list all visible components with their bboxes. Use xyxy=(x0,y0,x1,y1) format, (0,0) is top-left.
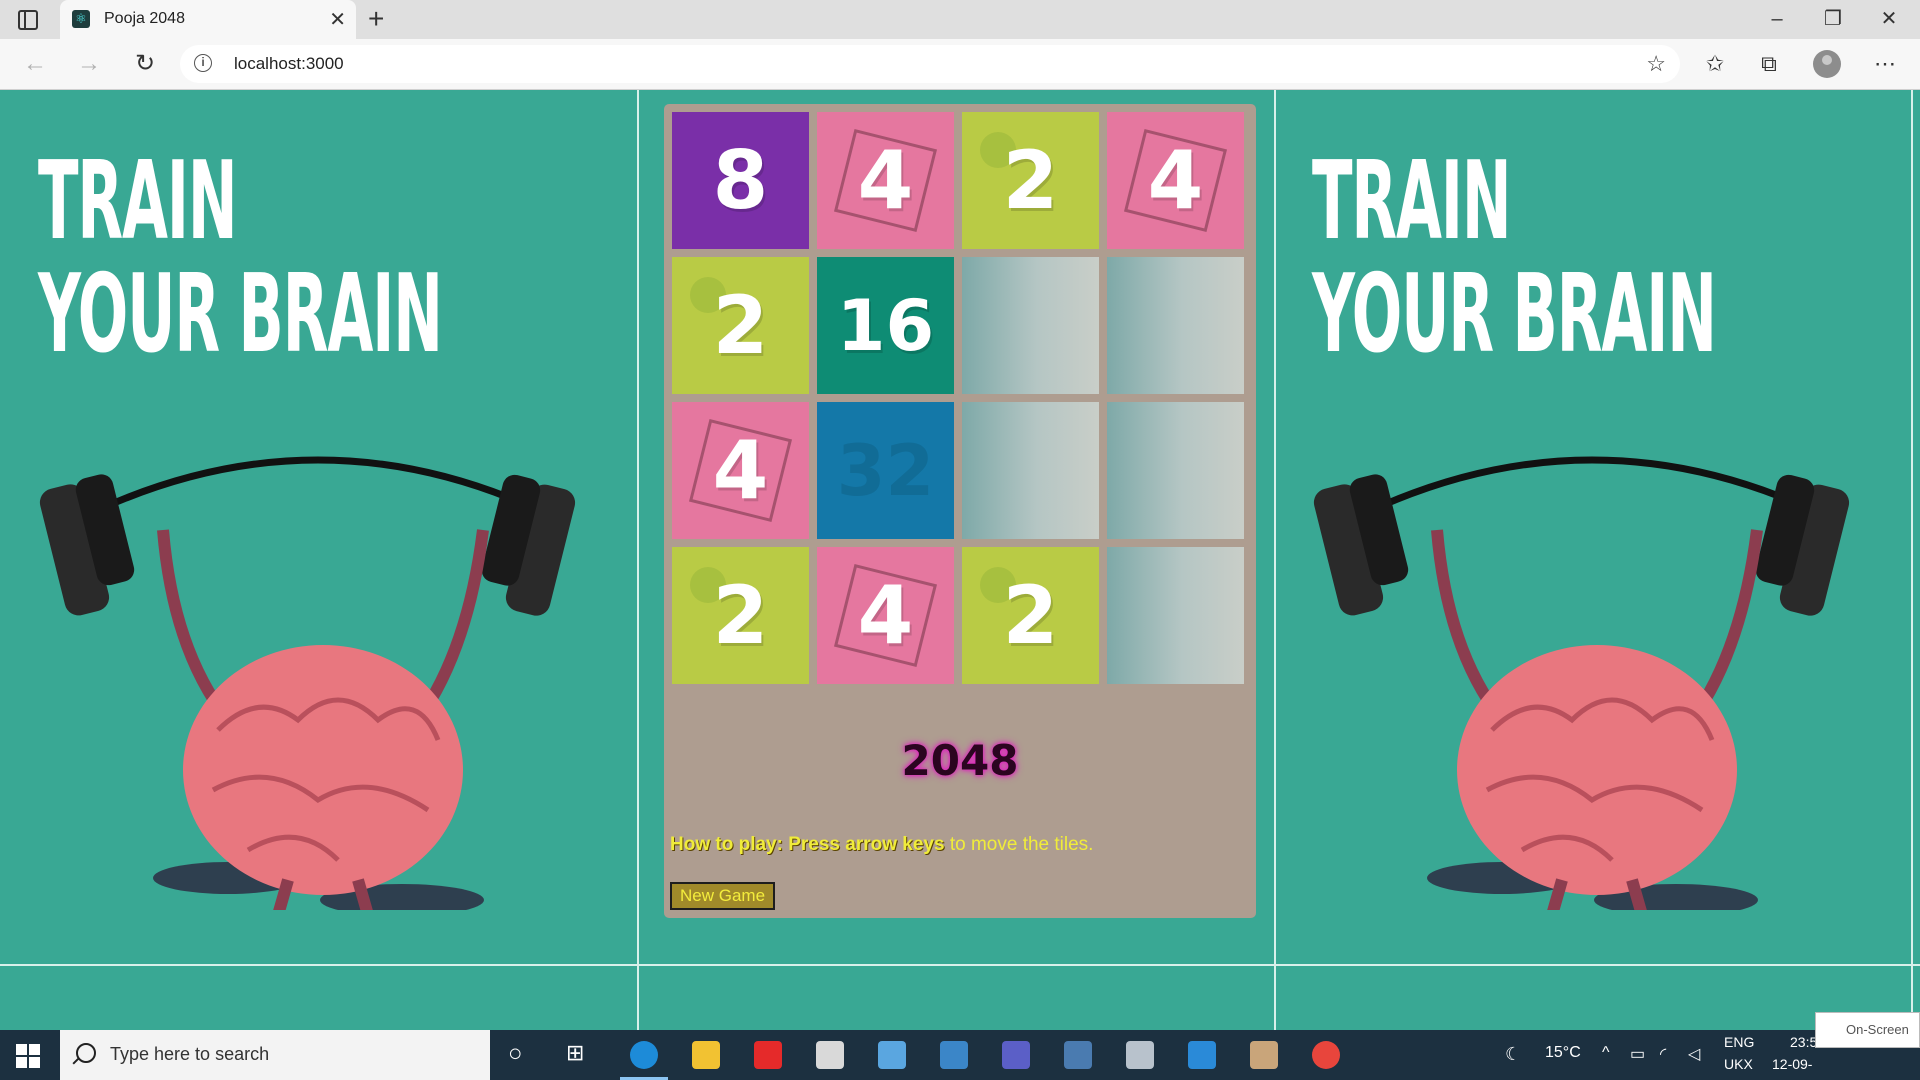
volume-icon[interactable]: ◁ xyxy=(1688,1044,1700,1064)
file-explorer-icon[interactable] xyxy=(692,1041,720,1069)
navigation-bar: ← → ↻ i localhost:3000 ☆ ✩ ⧉ ⋯ xyxy=(0,39,1920,90)
new-game-button[interactable]: New Game xyxy=(670,882,776,910)
app-icon[interactable] xyxy=(940,1041,968,1069)
task-view-icon[interactable]: ⊞ xyxy=(566,1040,584,1066)
tile-32: 32 xyxy=(817,402,954,539)
remote-desktop-icon[interactable] xyxy=(1064,1041,1092,1069)
tile-empty xyxy=(1107,257,1244,394)
tile-value: 4 xyxy=(857,134,914,227)
refresh-button[interactable]: ↻ xyxy=(128,48,162,80)
poster-title: TRAIN YOUR BRAIN xyxy=(38,139,443,378)
close-tab-icon[interactable]: ✕ xyxy=(329,7,346,32)
paint-icon[interactable] xyxy=(816,1041,844,1069)
page-content: TRAIN YOUR BRAIN TRAIN YOUR BRAIN 8 4 2 … xyxy=(0,90,1920,1030)
teams-icon[interactable] xyxy=(1002,1041,1030,1069)
search-placeholder[interactable]: Type here to search xyxy=(110,1044,269,1065)
profile-avatar[interactable] xyxy=(1813,50,1841,78)
tab-actions-icon[interactable] xyxy=(18,10,38,30)
close-window-button[interactable]: ✕ xyxy=(1866,4,1912,34)
favorites-icon[interactable]: ✩ xyxy=(1698,48,1732,80)
chrome-icon[interactable] xyxy=(1312,1041,1340,1069)
divider xyxy=(1911,90,1913,1030)
game-title: 2048 xyxy=(901,736,1019,785)
taskbar-search[interactable]: Type here to search xyxy=(60,1030,490,1080)
tab-active[interactable]: ⚛ Pooja 2048 ✕ xyxy=(60,0,356,39)
url-text[interactable]: localhost:3000 xyxy=(234,54,344,74)
taskbar: Type here to search ○ ⊞ ☾ 15°C ^ ▭ ◜ ◁ E… xyxy=(0,1030,1920,1080)
divider xyxy=(637,90,639,1030)
poster-title: TRAIN YOUR BRAIN xyxy=(1312,139,1717,378)
tile-16: 16 xyxy=(817,257,954,394)
tile-value: 2 xyxy=(1002,569,1059,662)
forward-button[interactable]: → xyxy=(72,48,106,80)
tile-empty xyxy=(962,402,1099,539)
tile-4: 4 xyxy=(1107,112,1244,249)
on-screen-keyboard-popup[interactable]: On-Screen xyxy=(1815,1012,1920,1048)
tile-2: 2 xyxy=(962,547,1099,684)
tile-value: 8 xyxy=(712,134,769,227)
restore-button[interactable]: ❐ xyxy=(1810,4,1856,34)
divider xyxy=(0,964,1920,966)
tile-value: 4 xyxy=(857,569,914,662)
tab-bar: ⚛ Pooja 2048 ✕ + – ❐ ✕ xyxy=(0,0,1920,39)
tile-4: 4 xyxy=(817,112,954,249)
brain-lifting-weights-illustration xyxy=(39,456,576,910)
weather-text[interactable]: 15°C xyxy=(1545,1044,1581,1062)
wifi-icon[interactable]: ◜ xyxy=(1660,1044,1666,1064)
tile-value: 16 xyxy=(836,284,935,367)
tile-value: 2 xyxy=(712,569,769,662)
instructions-bold: How to play: Press arrow keys xyxy=(670,834,945,855)
instructions: How to play: Press arrow keys to move th… xyxy=(670,834,1093,856)
tile-4: 4 xyxy=(672,402,809,539)
brain-lifting-weights-illustration xyxy=(1313,456,1850,910)
tile-empty xyxy=(1107,402,1244,539)
tile-value: 32 xyxy=(836,429,935,512)
app-icon[interactable] xyxy=(754,1041,782,1069)
battery-icon[interactable]: ▭ xyxy=(1630,1044,1645,1064)
tile-empty xyxy=(1107,547,1244,684)
tile-value: 2 xyxy=(712,279,769,372)
game-panel: 8 4 2 4 2 16 4 32 2 4 2 2048 How to play: Press ar… xyxy=(664,104,1256,918)
divider xyxy=(1274,90,1276,1030)
tile-empty xyxy=(962,257,1099,394)
edge-icon[interactable] xyxy=(620,1041,668,1080)
photos-icon[interactable] xyxy=(878,1041,906,1069)
tile-2: 2 xyxy=(672,257,809,394)
tile-2: 2 xyxy=(672,547,809,684)
cortana-icon[interactable]: ○ xyxy=(508,1040,523,1068)
tab-title: Pooja 2048 xyxy=(104,10,185,27)
search-icon xyxy=(76,1043,96,1063)
moon-icon: ☾ xyxy=(1505,1044,1522,1064)
more-menu-icon[interactable]: ⋯ xyxy=(1868,48,1902,80)
vscode-icon[interactable] xyxy=(1188,1041,1216,1069)
language-top[interactable]: ENG xyxy=(1724,1034,1754,1050)
tray-chevron-icon[interactable]: ^ xyxy=(1602,1044,1610,1062)
tile-value: 4 xyxy=(1147,134,1204,227)
new-tab-button[interactable]: + xyxy=(368,3,384,35)
windows-start-icon[interactable] xyxy=(16,1044,40,1068)
tile-4: 4 xyxy=(817,547,954,684)
react-icon: ⚛ xyxy=(72,10,90,28)
info-icon[interactable]: i xyxy=(194,54,212,72)
clock-time[interactable]: 23:5 xyxy=(1790,1034,1817,1050)
language-bottom[interactable]: UKX xyxy=(1724,1056,1753,1072)
add-favorite-icon[interactable]: ☆ xyxy=(1646,51,1666,77)
on-screen-label: On-Screen xyxy=(1846,1022,1909,1037)
minimize-button[interactable]: – xyxy=(1754,4,1800,34)
instructions-rest: to move the tiles. xyxy=(944,834,1094,855)
tile-value: 4 xyxy=(712,424,769,517)
back-button[interactable]: ← xyxy=(18,48,52,80)
app-icon[interactable] xyxy=(1126,1041,1154,1069)
paint-palette-icon[interactable] xyxy=(1250,1041,1278,1069)
address-bar[interactable]: i localhost:3000 ☆ xyxy=(180,45,1680,83)
tile-value: 2 xyxy=(1002,134,1059,227)
clock-date[interactable]: 12-09- xyxy=(1772,1056,1812,1072)
collections-icon[interactable]: ⧉ xyxy=(1752,48,1786,80)
tile-8: 8 xyxy=(672,112,809,249)
tile-2: 2 xyxy=(962,112,1099,249)
